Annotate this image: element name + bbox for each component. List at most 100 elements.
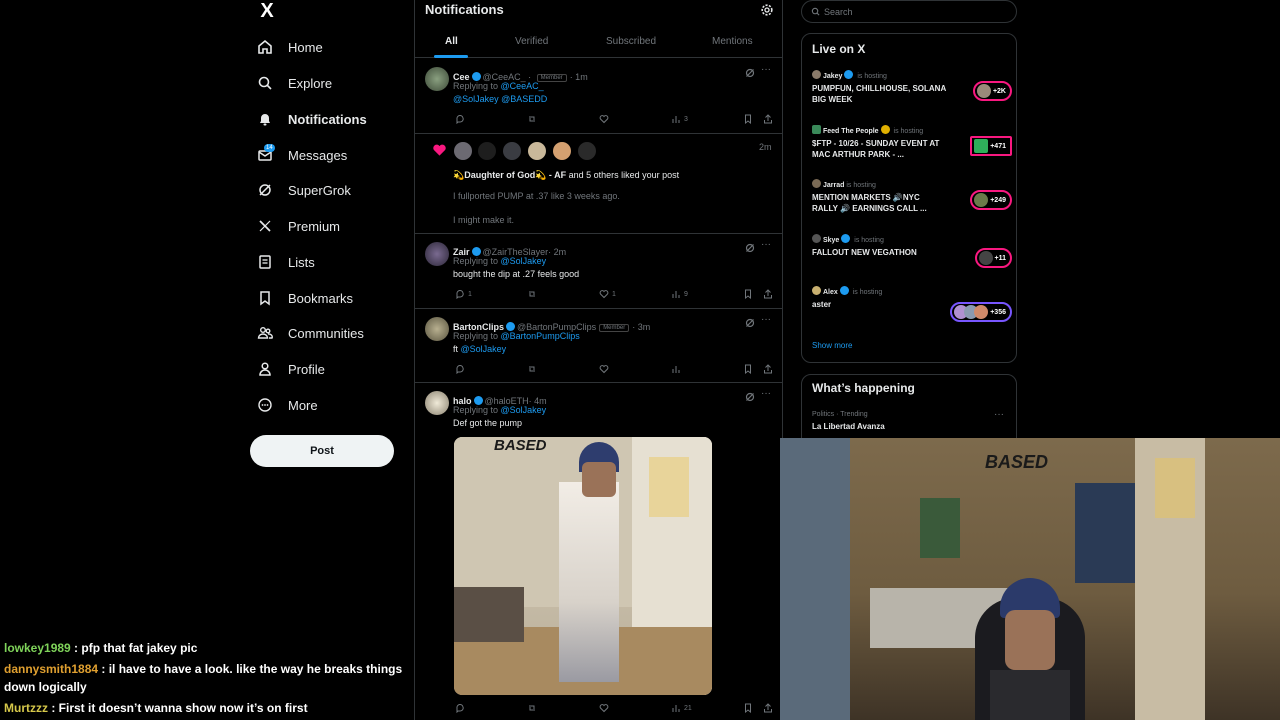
share-icon[interactable] <box>763 114 773 124</box>
more-options-icon[interactable]: ··· <box>761 314 771 325</box>
tab-mentions[interactable]: Mentions <box>712 36 753 47</box>
host-name[interactable]: Jakey <box>823 73 842 80</box>
reply-icon[interactable] <box>455 703 465 713</box>
verified-badge-icon <box>839 286 849 295</box>
host-name[interactable]: Jarrad <box>823 182 844 189</box>
avatar[interactable] <box>503 142 521 160</box>
avatar[interactable] <box>528 142 546 160</box>
reply-link[interactable]: @BartonPumpClips <box>501 331 580 341</box>
liker-name[interactable]: 💫Daughter of God💫 - AF <box>453 170 566 180</box>
bookmark-icon[interactable] <box>743 703 753 713</box>
reply-link[interactable]: @CeeAC_ <box>501 81 544 91</box>
views-icon[interactable]: 3 <box>671 114 688 124</box>
listener-pill[interactable]: +11 <box>974 248 1012 268</box>
post-actions: 1 1 9 <box>453 289 778 301</box>
post-zair[interactable]: Zair @ZairTheSlayer· 2m Replying to @SolJ… <box>415 234 783 309</box>
listener-pill[interactable]: +471 <box>970 136 1012 156</box>
reply-links-2[interactable]: @SolJakey @BASEDD <box>453 94 547 104</box>
share-icon[interactable] <box>763 289 773 299</box>
sidebar-item-bookmarks[interactable]: Bookmarks <box>254 283 353 313</box>
sidebar-item-communities[interactable]: Communities <box>254 318 364 348</box>
tab-subscribed[interactable]: Subscribed <box>606 36 656 47</box>
grok-icon[interactable] <box>745 392 755 402</box>
post-time[interactable]: · 3m <box>632 322 650 332</box>
sidebar-item-messages[interactable]: 14 Messages <box>254 140 347 170</box>
post-button[interactable]: Post <box>250 435 394 467</box>
like-icon[interactable] <box>599 364 609 374</box>
sidebar-item-explore[interactable]: Explore <box>254 68 332 98</box>
sidebar-item-premium[interactable]: Premium <box>254 211 340 241</box>
views-icon[interactable] <box>671 364 681 374</box>
like-icon[interactable] <box>599 114 609 124</box>
grok-icon[interactable] <box>745 318 755 328</box>
live-item[interactable]: Feed The People is hosting $FTP - 10/26 … <box>812 125 1012 160</box>
sidebar-item-lists[interactable]: Lists <box>254 247 315 277</box>
gear-icon[interactable] <box>760 3 774 17</box>
like-icon[interactable] <box>599 703 609 713</box>
live-item[interactable]: Skye is hosting FALLOUT NEW VEGATHON +11 <box>812 234 1012 268</box>
reply-link[interactable]: @SolJakey <box>501 405 547 415</box>
host-name[interactable]: Alex <box>823 289 838 296</box>
post-time[interactable]: · 1m <box>570 72 588 82</box>
avatar[interactable] <box>454 142 472 160</box>
bookmark-icon[interactable] <box>743 114 753 124</box>
reply-icon[interactable]: 1 <box>455 289 472 299</box>
search-input[interactable]: Search <box>801 0 1017 23</box>
live-item[interactable]: Jakey is hosting PUMPFUN, CHILLHOUSE, SO… <box>812 70 1012 105</box>
views-icon[interactable]: 21 <box>671 703 692 713</box>
repost-icon[interactable] <box>527 364 537 374</box>
views-icon[interactable]: 9 <box>671 289 688 299</box>
face <box>582 462 616 497</box>
repost-icon[interactable] <box>527 289 537 299</box>
post-bartonclips[interactable]: BartonClips @BartonPumpClips Member · 3m Re… <box>415 309 783 383</box>
live-item[interactable]: Alex is hosting aster +356 <box>812 286 1012 322</box>
avatar[interactable] <box>425 391 449 415</box>
share-icon[interactable] <box>763 364 773 374</box>
avatar[interactable] <box>425 67 449 91</box>
reply-icon[interactable] <box>455 364 465 374</box>
host-name[interactable]: Feed The People <box>823 128 879 135</box>
post-halo[interactable]: halo @haloETH· 4m Replying to @SolJakey D… <box>415 383 783 720</box>
more-options-icon[interactable]: ··· <box>994 409 1004 420</box>
avatar[interactable] <box>478 142 496 160</box>
tab-verified[interactable]: Verified <box>515 36 548 47</box>
tab-all[interactable]: All <box>445 36 458 47</box>
avatar[interactable] <box>425 242 449 266</box>
live-item[interactable]: Jarrad is hosting MENTION MARKETS 🔊NYC R… <box>812 179 1012 214</box>
avatar[interactable] <box>425 317 449 341</box>
trend-topic[interactable]: La Libertad Avanza <box>812 422 885 431</box>
repost-icon[interactable] <box>527 114 537 124</box>
more-options-icon[interactable]: ··· <box>761 388 771 399</box>
bookmark-icon[interactable] <box>743 289 753 299</box>
avatar[interactable] <box>578 142 596 160</box>
more-options-icon[interactable]: ··· <box>761 239 771 250</box>
repost-icon[interactable] <box>527 703 537 713</box>
more-options-icon[interactable]: ··· <box>761 64 771 75</box>
like-icon[interactable]: 1 <box>599 289 616 299</box>
x-logo-icon[interactable]: X <box>256 0 278 22</box>
grok-icon[interactable] <box>745 243 755 253</box>
sidebar-item-profile[interactable]: Profile <box>254 354 325 384</box>
listener-pill[interactable]: +356 <box>950 302 1012 322</box>
share-icon[interactable] <box>763 703 773 713</box>
like-notification[interactable]: 2m 💫Daughter of God💫 - AF and 5 others l… <box>415 134 783 234</box>
listener-pill[interactable]: +249 <box>970 190 1012 210</box>
sidebar-item-home[interactable]: Home <box>254 32 323 62</box>
sidebar-item-notifications[interactable]: Notifications <box>254 104 367 134</box>
avatar[interactable] <box>553 142 571 160</box>
sidebar-item-supergrok[interactable]: SuperGrok <box>254 175 351 205</box>
grok-icon[interactable] <box>745 68 755 78</box>
post-cee[interactable]: Cee @CeeAC_ · Member · 1m Replying to @Cee… <box>415 59 783 134</box>
host-name[interactable]: Skye <box>823 237 839 244</box>
post-image[interactable]: BASED <box>454 437 712 695</box>
liked-post-line2: I might make it. <box>453 215 515 225</box>
listener-pill[interactable]: +2K <box>972 81 1012 101</box>
mention-link[interactable]: @SolJakey <box>461 344 507 354</box>
listener-count: +11 <box>994 254 1007 262</box>
reply-icon[interactable] <box>455 114 465 124</box>
show-more-link[interactable]: Show more <box>812 341 852 350</box>
bookmark-icon[interactable] <box>743 364 753 374</box>
post-time[interactable]: · 2m <box>548 247 566 257</box>
sidebar-item-more[interactable]: More <box>254 390 318 420</box>
reply-link[interactable]: @SolJakey <box>501 256 547 266</box>
